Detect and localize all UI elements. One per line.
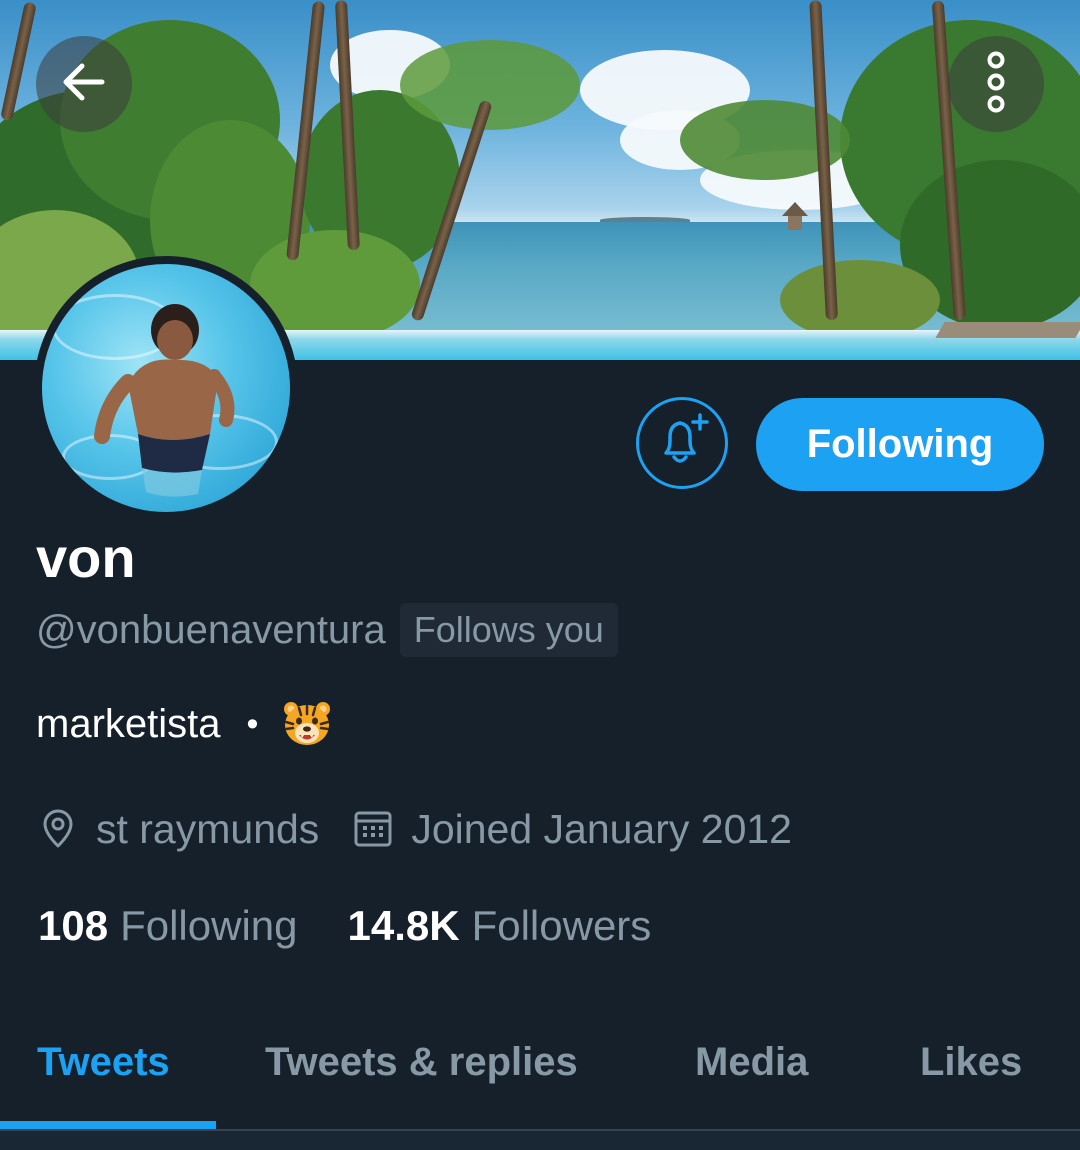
avatar[interactable] [34,256,298,520]
calendar-icon [353,809,393,849]
followers-count: 14.8K [347,902,460,949]
tab-media[interactable]: Media [695,1034,808,1090]
bio: marketista • [36,694,332,754]
joined-date: Joined January 2012 [411,805,792,852]
profile-meta: st raymunds Joined January 2012 [38,800,792,858]
active-tab-indicator [0,1121,216,1129]
location-pin-icon [38,809,78,849]
more-options-button[interactable] [948,36,1044,132]
notifications-button[interactable] [636,397,728,489]
more-vertical-icon [976,47,1016,122]
follow-stats: 108 Following 14.8K Followers [38,898,651,954]
tab-tweets[interactable]: Tweets [37,1034,170,1090]
following-label: Following [120,902,298,949]
profile-tabs: Tweets Tweets & replies Media Likes [0,1010,1080,1130]
follows-you-badge: Follows you [399,603,618,657]
handle-row: @vonbuenaventura Follows you [36,603,618,657]
user-handle: @vonbuenaventura [36,607,386,652]
bio-text: marketista [36,701,221,746]
bell-plus-icon [652,411,712,476]
followers-label: Followers [471,902,652,949]
arrow-left-icon [58,56,110,113]
location-text: st raymunds [96,805,320,852]
following-stat[interactable]: 108 Following [38,902,298,950]
back-button[interactable] [36,36,132,132]
bio-separator: • [246,704,259,743]
followers-stat[interactable]: 14.8K Followers [348,902,652,950]
tiger-face-emoji [282,700,332,748]
content-area [0,1131,1080,1150]
following-count: 108 [38,902,109,949]
following-button[interactable]: Following [756,398,1044,491]
tab-likes[interactable]: Likes [920,1034,1022,1090]
display-name: von [36,526,136,589]
tab-tweets-and-replies[interactable]: Tweets & replies [265,1034,578,1090]
